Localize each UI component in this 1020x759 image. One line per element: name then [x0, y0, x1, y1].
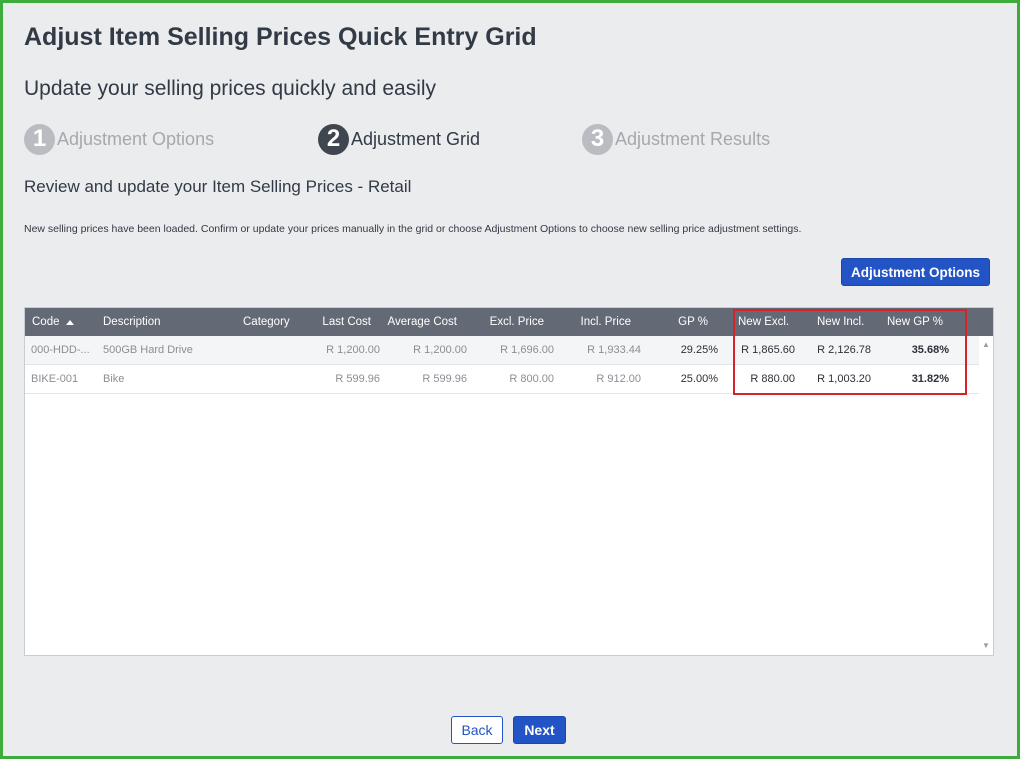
cell-average-cost: R 599.96: [422, 373, 467, 385]
step-label: Adjustment Options: [57, 128, 215, 149]
cell-new-excl[interactable]: R 1,865.60: [725, 336, 795, 364]
page-title: Adjust Item Selling Prices Quick Entry G…: [24, 23, 537, 51]
cell-gp: 25.00%: [680, 373, 718, 385]
cell-new-incl[interactable]: R 1,003.20: [801, 365, 871, 393]
cell-category: [243, 365, 298, 393]
grid-header: Code Description Category Last Cost Aver…: [25, 308, 993, 336]
column-header-new-incl[interactable]: New Incl.: [817, 308, 864, 336]
column-header-average-cost[interactable]: Average Cost: [377, 308, 457, 336]
price-grid: Code Description Category Last Cost Aver…: [24, 307, 994, 656]
column-header-code[interactable]: Code: [32, 308, 74, 336]
step-adjustment-results: 3 Adjustment Results: [582, 123, 770, 155]
step-adjustment-grid: 2 Adjustment Grid: [318, 123, 480, 155]
back-button[interactable]: Back: [451, 716, 503, 744]
cell-excl-price: R 800.00: [509, 373, 554, 385]
column-header-category[interactable]: Category: [243, 308, 290, 336]
table-row[interactable]: 000-HDD-... 500GB Hard Drive R 1,200.00 …: [25, 336, 979, 365]
page-frame: Adjust Item Selling Prices Quick Entry G…: [0, 0, 1020, 759]
cell-new-gp[interactable]: 31.82%: [883, 365, 949, 393]
next-button[interactable]: Next: [513, 716, 566, 744]
cell-last-cost: R 599.96: [335, 373, 380, 385]
column-header-last-cost[interactable]: Last Cost: [301, 308, 371, 336]
step-adjustment-options[interactable]: 1 Adjustment Options: [24, 123, 214, 155]
cell-new-gp[interactable]: 35.68%: [883, 336, 949, 364]
cell-description: Bike: [103, 373, 125, 385]
table-row[interactable]: BIKE-001 Bike R 599.96 R 599.96 R 800.00…: [25, 365, 979, 394]
cell-code: BIKE-001: [31, 373, 79, 385]
cell-excl-price: R 1,696.00: [500, 344, 554, 356]
column-header-excl-price[interactable]: Excl. Price: [465, 308, 544, 336]
cell-average-cost: R 1,200.00: [413, 344, 467, 356]
review-heading: Review and update your Item Selling Pric…: [24, 177, 412, 196]
column-header-new-excl[interactable]: New Excl.: [738, 308, 789, 336]
scroll-down-icon[interactable]: ▼: [979, 640, 993, 652]
step-label: Adjustment Results: [615, 128, 771, 149]
cell-last-cost: R 1,200.00: [326, 344, 380, 356]
column-header-description[interactable]: Description: [103, 308, 161, 336]
adjustment-options-button[interactable]: Adjustment Options: [841, 258, 990, 286]
step-3-number-icon: 3: [582, 123, 613, 155]
step-label: Adjustment Grid: [351, 128, 481, 149]
page-subtitle: Update your selling prices quickly and e…: [24, 77, 437, 100]
cell-category: [243, 336, 298, 364]
cell-code: 000-HDD-...: [31, 344, 90, 356]
cell-new-incl[interactable]: R 2,126.78: [801, 336, 871, 364]
sort-ascending-icon: [65, 319, 74, 325]
step-1-number-icon: 1: [24, 123, 55, 155]
scroll-up-icon[interactable]: ▲: [979, 339, 993, 351]
column-header-label: Code: [32, 316, 60, 328]
step-2-number-icon: 2: [318, 123, 349, 155]
column-header-gp[interactable]: GP %: [645, 308, 708, 336]
cell-incl-price: R 1,933.44: [587, 344, 641, 356]
cell-incl-price: R 912.00: [596, 373, 641, 385]
column-header-new-gp[interactable]: New GP %: [887, 308, 943, 336]
info-text: New selling prices have been loaded. Con…: [24, 223, 802, 235]
cell-new-excl[interactable]: R 880.00: [725, 365, 795, 393]
cell-gp: 29.25%: [680, 344, 718, 356]
cell-description: 500GB Hard Drive: [103, 344, 193, 356]
grid-scrollbar[interactable]: ▲ ▼: [979, 336, 993, 655]
column-header-incl-price[interactable]: Incl. Price: [551, 308, 632, 336]
